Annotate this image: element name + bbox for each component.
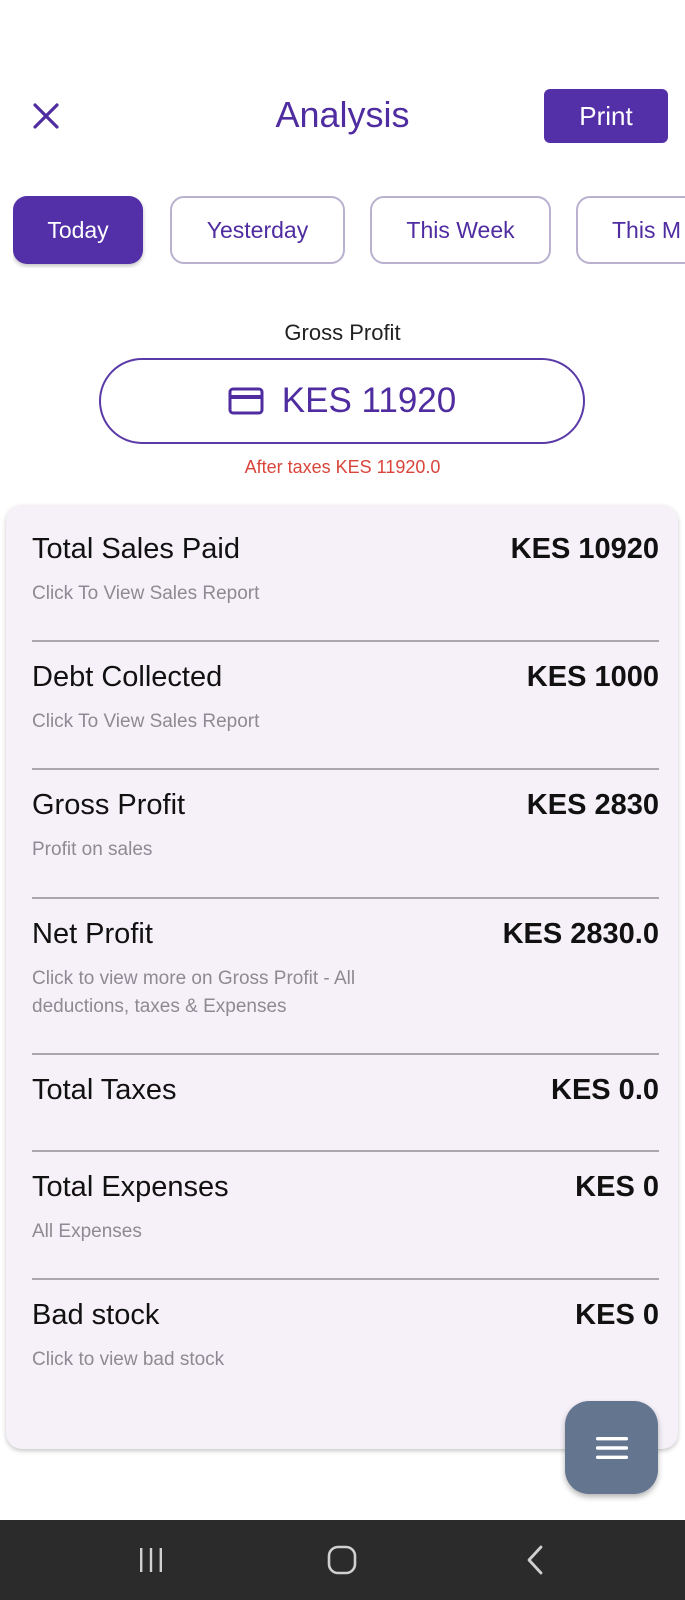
recent-apps-button[interactable] (121, 1534, 181, 1586)
system-nav-bar (0, 1520, 685, 1600)
home-icon (327, 1545, 357, 1575)
row-value: KES 1000 (526, 661, 659, 693)
summary-row-debt-collected[interactable]: Debt Collected KES 1000 Click To View Sa… (32, 661, 659, 756)
divider (32, 640, 659, 642)
filter-chip-this-month[interactable]: This M (576, 196, 685, 264)
home-button[interactable] (312, 1534, 372, 1586)
menu-icon (595, 1436, 628, 1459)
date-filter-chips: Today Yesterday This Week This M (13, 196, 685, 268)
divider (32, 768, 659, 770)
filter-chip-yesterday[interactable]: Yesterday (170, 196, 345, 264)
row-value: KES 0.0 (551, 1074, 659, 1106)
row-title: Net Profit (32, 918, 153, 950)
filter-chip-label: This Week (406, 216, 515, 243)
row-subtitle: Click To View Sales Report (32, 583, 260, 604)
row-title: Bad stock (32, 1299, 160, 1331)
row-title: Total Taxes (32, 1074, 177, 1106)
divider (32, 1053, 659, 1055)
filter-chip-label: This M (612, 216, 681, 243)
filter-chip-label: Today (47, 216, 109, 243)
gross-profit-value: KES 11920 (281, 381, 457, 420)
back-icon (527, 1545, 543, 1575)
filter-chip-label: Yesterday (206, 216, 309, 243)
row-subtitle: Profit on sales (32, 839, 153, 860)
divider (32, 1278, 659, 1280)
row-value: KES 0 (575, 1171, 659, 1203)
row-value: KES 2830 (526, 789, 659, 821)
gross-profit-button[interactable]: KES 11920 (99, 358, 585, 444)
row-value: KES 0 (575, 1299, 659, 1331)
analysis-screen: Analysis Print Today Yesterday This Week… (0, 0, 685, 1600)
row-value: KES 2830.0 (502, 918, 659, 950)
summary-card: Total Sales Paid KES 10920 Click To View… (6, 505, 678, 1449)
divider (32, 897, 659, 899)
divider (32, 1150, 659, 1152)
menu-fab-button[interactable] (565, 1401, 658, 1494)
back-button[interactable] (505, 1534, 565, 1586)
summary-row-net-profit[interactable]: Net Profit KES 2830.0 Click to view more… (32, 918, 659, 1038)
filter-chip-this-week[interactable]: This Week (370, 196, 551, 264)
row-title: Gross Profit (32, 789, 186, 821)
row-title: Debt Collected (32, 661, 223, 693)
gross-profit-label: Gross Profit (284, 320, 401, 345)
row-subtitle: Click to view bad stock (32, 1349, 225, 1370)
summary-row-gross-profit[interactable]: Gross Profit KES 2830 Profit on sales (32, 789, 659, 884)
filter-chip-today[interactable]: Today (13, 196, 143, 264)
after-taxes-text: After taxes KES 11920.0 (244, 457, 441, 477)
row-title: Total Expenses (32, 1171, 229, 1203)
summary-row-bad-stock[interactable]: Bad stock KES 0 Click to view bad stock (32, 1299, 659, 1394)
row-title: Total Sales Paid (32, 533, 240, 565)
credit-card-icon (228, 387, 264, 415)
recent-apps-icon (140, 1548, 162, 1572)
row-value: KES 10920 (510, 533, 659, 565)
summary-row-total-expenses[interactable]: Total Expenses KES 0 All Expenses (32, 1171, 659, 1266)
row-subtitle: Click to view more on Gross Profit - All… (32, 968, 356, 1017)
summary-row-total-taxes[interactable]: Total Taxes KES 0.0 (32, 1074, 659, 1134)
summary-row-total-sales-paid[interactable]: Total Sales Paid KES 10920 Click To View… (32, 533, 659, 628)
row-subtitle: Click To View Sales Report (32, 711, 260, 732)
row-subtitle: All Expenses (32, 1221, 142, 1242)
print-button[interactable]: Print (544, 89, 668, 143)
